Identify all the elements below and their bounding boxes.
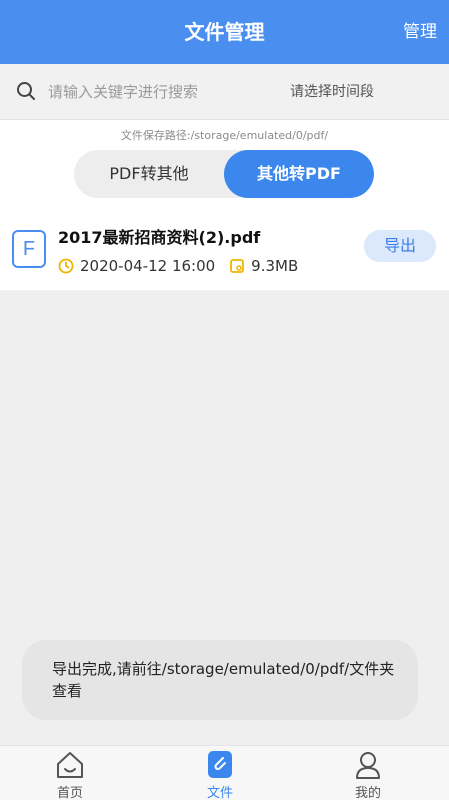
- file-icon: F: [12, 230, 46, 268]
- file-name: 2017最新招商资料(2).pdf: [58, 228, 261, 247]
- manage-button[interactable]: 管理: [403, 0, 437, 64]
- list-item[interactable]: F 2017最新招商资料(2).pdf 2020-04-12 16:00 9.3…: [0, 216, 449, 290]
- conversion-toggle: PDF转其他 其他转PDF: [74, 150, 374, 198]
- toast-message: 导出完成,请前往/storage/emulated/0/pdf/文件夹查看: [22, 640, 418, 720]
- search-icon: [17, 82, 35, 100]
- tab-pdf-to-other[interactable]: PDF转其他: [74, 150, 224, 198]
- tab-other-to-pdf[interactable]: 其他转PDF: [224, 150, 374, 198]
- page-title: 文件管理: [184, 20, 265, 44]
- save-path-text: 文件保存路径:/storage/emulated/0/pdf/: [120, 129, 329, 142]
- tab-home[interactable]: 首页: [30, 746, 110, 800]
- tab-files-label: 文件: [206, 786, 233, 800]
- user-icon: [356, 752, 380, 779]
- clock-icon: [58, 258, 74, 274]
- file-clip-icon: [208, 751, 232, 778]
- search-input[interactable]: [48, 77, 258, 107]
- file-date: 2020-04-12 16:00: [80, 257, 216, 275]
- file-panel: 文件保存路径:/storage/emulated/0/pdf/ PDF转其他 其…: [0, 120, 449, 290]
- file-size: 9.3MB: [251, 257, 299, 275]
- search-bar: 请选择时间段: [0, 64, 449, 120]
- tab-mine[interactable]: 我的: [328, 746, 408, 800]
- file-size-icon: [230, 259, 245, 273]
- home-icon: [57, 752, 83, 778]
- bottom-tab-bar: 首页 文件 我的: [0, 745, 449, 800]
- file-meta: 2020-04-12 16:00 9.3MB: [58, 256, 298, 276]
- tab-files[interactable]: 文件: [180, 746, 260, 800]
- export-button[interactable]: 导出: [364, 230, 436, 262]
- app-header: 文件管理 管理: [0, 0, 449, 64]
- time-range-select[interactable]: 请选择时间段: [290, 80, 374, 104]
- tab-mine-label: 我的: [354, 786, 381, 800]
- tab-home-label: 首页: [56, 786, 83, 800]
